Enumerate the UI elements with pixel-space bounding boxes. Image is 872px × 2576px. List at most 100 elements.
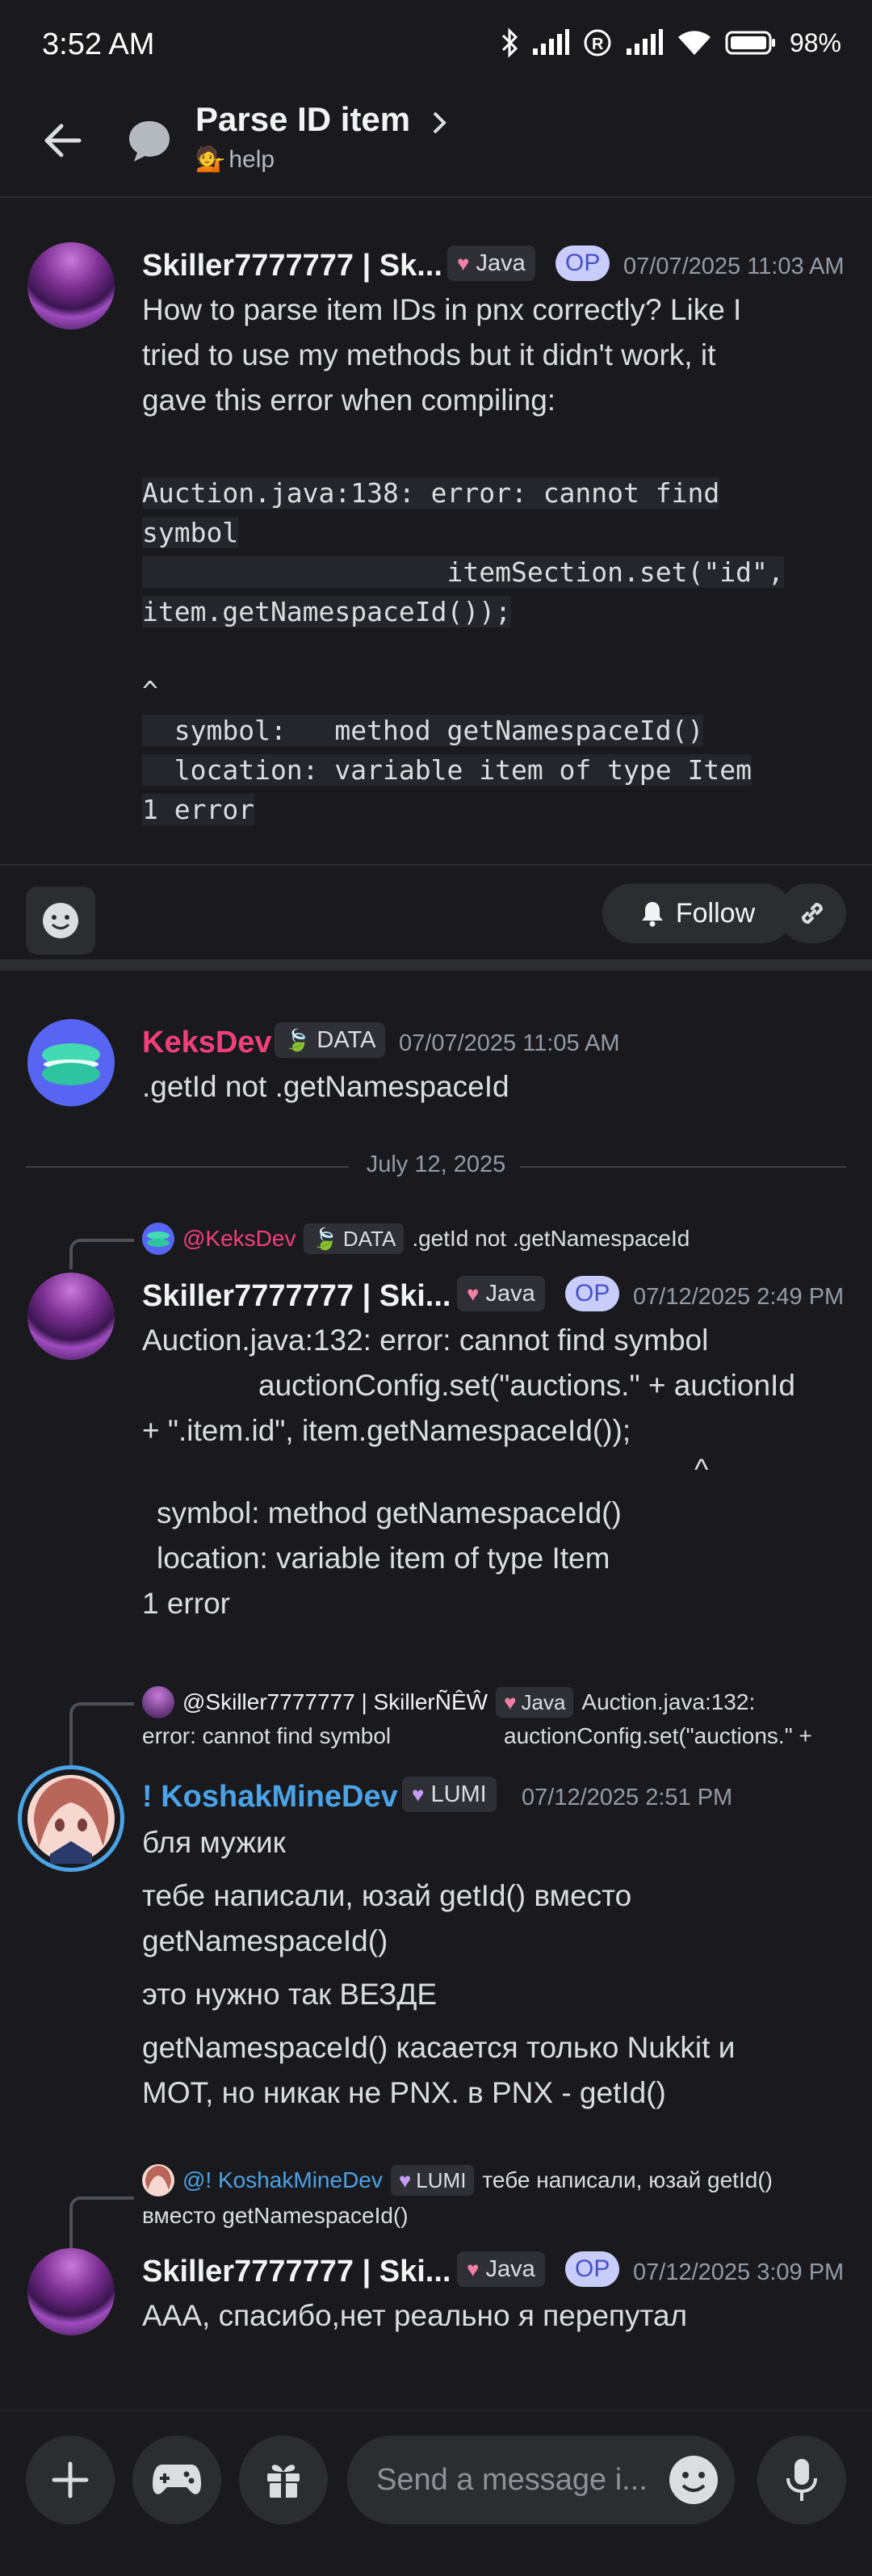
reply-tag: ♥ Java bbox=[496, 1687, 574, 1718]
code-line: symbol: method getNamespaceId() bbox=[142, 715, 704, 746]
author-name[interactable]: Skiller7777777 | Sk... bbox=[142, 249, 442, 283]
avatar[interactable] bbox=[27, 2248, 115, 2335]
message-line: ^ bbox=[694, 1453, 709, 1486]
status-time: 3:52 AM bbox=[42, 27, 155, 61]
reply-author: @KeksDev bbox=[182, 1226, 296, 1251]
link-icon bbox=[801, 902, 824, 925]
message-text: бля мужик тебе написали, юзай getId() вм… bbox=[142, 1820, 853, 2116]
macaron-avatar-icon bbox=[42, 1043, 100, 1085]
author-name[interactable]: KeksDev bbox=[142, 1026, 272, 1060]
avatar[interactable] bbox=[18, 1765, 124, 1872]
op-badge: OP bbox=[565, 2251, 620, 2287]
reply-avatar bbox=[142, 1686, 174, 1718]
op-badge: OP bbox=[555, 245, 610, 281]
message-line: tried to use my methods but it didn't wo… bbox=[142, 338, 716, 371]
gift-button[interactable] bbox=[239, 2435, 328, 2524]
reply-author: @! KoshakMineDev bbox=[182, 2167, 383, 2192]
section-separator bbox=[0, 959, 872, 971]
gift-icon bbox=[267, 2465, 300, 2498]
message-line: это нужно так ВЕЗДЕ bbox=[142, 1978, 438, 2011]
tag-label: LUMI bbox=[430, 1781, 487, 1807]
channel-label: help bbox=[228, 145, 275, 173]
message-line: gave this error when compiling: bbox=[142, 384, 556, 417]
roaming-icon: R bbox=[584, 29, 611, 57]
emoji-icon[interactable] bbox=[667, 2453, 720, 2507]
code-line: symbol bbox=[142, 517, 239, 548]
reply-preview[interactable]: @Skiller7777777 | SkillerÑÊŴ ♥ Java Aucti… bbox=[142, 1686, 755, 1718]
message-line: 1 error bbox=[142, 1587, 230, 1620]
role-tag[interactable]: ♥ Java bbox=[447, 245, 535, 281]
code-line: item.getNamespaceId()); bbox=[142, 596, 511, 627]
avatar[interactable] bbox=[27, 1273, 115, 1360]
smiley-icon bbox=[43, 903, 78, 938]
role-tag[interactable]: ♥ LUMI bbox=[402, 1777, 497, 1812]
message-text: How to parse item IDs in pnx correctly? … bbox=[142, 287, 853, 423]
anime-avatar-icon bbox=[27, 1775, 115, 1864]
reply-tag: 🍃 DATA bbox=[304, 1223, 405, 1254]
copy-link-button[interactable] bbox=[778, 883, 846, 943]
message-line: symbol: method getNamespaceId() bbox=[157, 1496, 622, 1529]
follow-button[interactable]: Follow bbox=[602, 883, 793, 943]
follow-label: Follow bbox=[675, 897, 756, 929]
bluetooth-icon bbox=[501, 27, 518, 58]
reply-text-wrap: error: cannot find symbol bbox=[142, 1723, 392, 1748]
message-line: MOT, но никак не PNX. в PNX - getId() bbox=[142, 2076, 666, 2109]
message-line: + ".item.id", item.getNamespaceId()); bbox=[142, 1414, 631, 1447]
avatar[interactable] bbox=[27, 242, 115, 329]
code-line: location: variable item of type Item bbox=[142, 754, 752, 786]
message-line: How to parse item IDs in pnx correctly? … bbox=[142, 293, 742, 326]
heart-icon: ♥ bbox=[467, 1281, 480, 1306]
reply-text: Auction.java:132: bbox=[581, 1689, 756, 1714]
message-text: Auction.java:132: error: cannot find sym… bbox=[142, 1318, 853, 1626]
role-tag[interactable]: ♥ Java bbox=[457, 1276, 545, 1311]
status-bar: 3:52 AM R 98% bbox=[0, 0, 872, 95]
message-input[interactable] bbox=[376, 2435, 667, 2524]
signal-icon bbox=[532, 29, 569, 55]
date-divider: July 12, 2025 bbox=[26, 1150, 846, 1182]
thread-title[interactable]: Parse ID item bbox=[195, 100, 410, 139]
author-name[interactable]: Skiller7777777 | Ski... bbox=[142, 1279, 451, 1314]
message-input-box[interactable] bbox=[347, 2435, 735, 2524]
add-reaction-button[interactable] bbox=[26, 887, 95, 954]
heart-icon: ♥ bbox=[467, 2256, 480, 2281]
author-name[interactable]: Skiller7777777 | Ski... bbox=[142, 2255, 451, 2289]
reply-text-wrap: вместо getNamespaceId() bbox=[142, 2203, 409, 2228]
message-line: auctionConfig.set("auctions." + auctionI… bbox=[258, 1369, 795, 1402]
message-line: Auction.java:132: error: cannot find sym… bbox=[142, 1324, 709, 1357]
back-arrow-icon[interactable] bbox=[39, 116, 87, 165]
channel-emoji: 💁 bbox=[195, 146, 226, 173]
reply-tag: ♥ LUMI bbox=[390, 2165, 475, 2196]
bell-icon bbox=[641, 902, 663, 927]
code-line: ^ bbox=[142, 675, 158, 707]
post-action-bar: Follow bbox=[0, 864, 872, 961]
plus-icon bbox=[52, 2461, 89, 2498]
role-tag[interactable]: ♥ Java bbox=[457, 2251, 545, 2287]
message-line: location: variable item of type Item bbox=[157, 1542, 610, 1575]
code-block: Auction.java:138: error: cannot find sym… bbox=[142, 473, 853, 829]
author-name[interactable]: ! KoshakMineDev bbox=[142, 1780, 398, 1815]
chevron-right-icon[interactable] bbox=[428, 107, 452, 139]
op-badge: OP bbox=[565, 1276, 620, 1311]
code-line: 1 error bbox=[142, 794, 255, 825]
date-label: July 12, 2025 bbox=[366, 1152, 506, 1177]
message-composer bbox=[0, 2410, 872, 2576]
signal-icon-2 bbox=[626, 29, 663, 55]
avatar[interactable] bbox=[27, 1019, 115, 1106]
message-line: бля мужик bbox=[142, 1826, 286, 1859]
add-attachment-button[interactable] bbox=[26, 2435, 115, 2524]
channel-name[interactable]: 💁 help bbox=[195, 145, 275, 174]
reply-preview[interactable]: @KeksDev 🍃 DATA .getId not .getNamespaceI… bbox=[142, 1223, 690, 1255]
voice-message-button[interactable] bbox=[757, 2435, 846, 2524]
activities-button[interactable] bbox=[132, 2435, 221, 2524]
tag-label: Java bbox=[485, 1280, 535, 1307]
microphone-icon bbox=[786, 2459, 817, 2501]
reply-avatar bbox=[142, 2164, 174, 2196]
tag-label: Java bbox=[476, 250, 526, 276]
reply-preview[interactable]: @! KoshakMineDev ♥ LUMI тебе написали, юз… bbox=[142, 2164, 773, 2196]
message-line: тебе написали, юзай getId() вместо bbox=[142, 1879, 632, 1912]
role-tag[interactable]: 🍃 DATA bbox=[275, 1022, 386, 1058]
status-icons: R 98% bbox=[501, 27, 841, 58]
thread-bubble-icon bbox=[129, 121, 170, 162]
timestamp: 07/12/2025 2:51 PM bbox=[522, 1785, 733, 1810]
reply-text-wrap: auctionConfig.set("auctions." + bbox=[504, 1723, 812, 1748]
